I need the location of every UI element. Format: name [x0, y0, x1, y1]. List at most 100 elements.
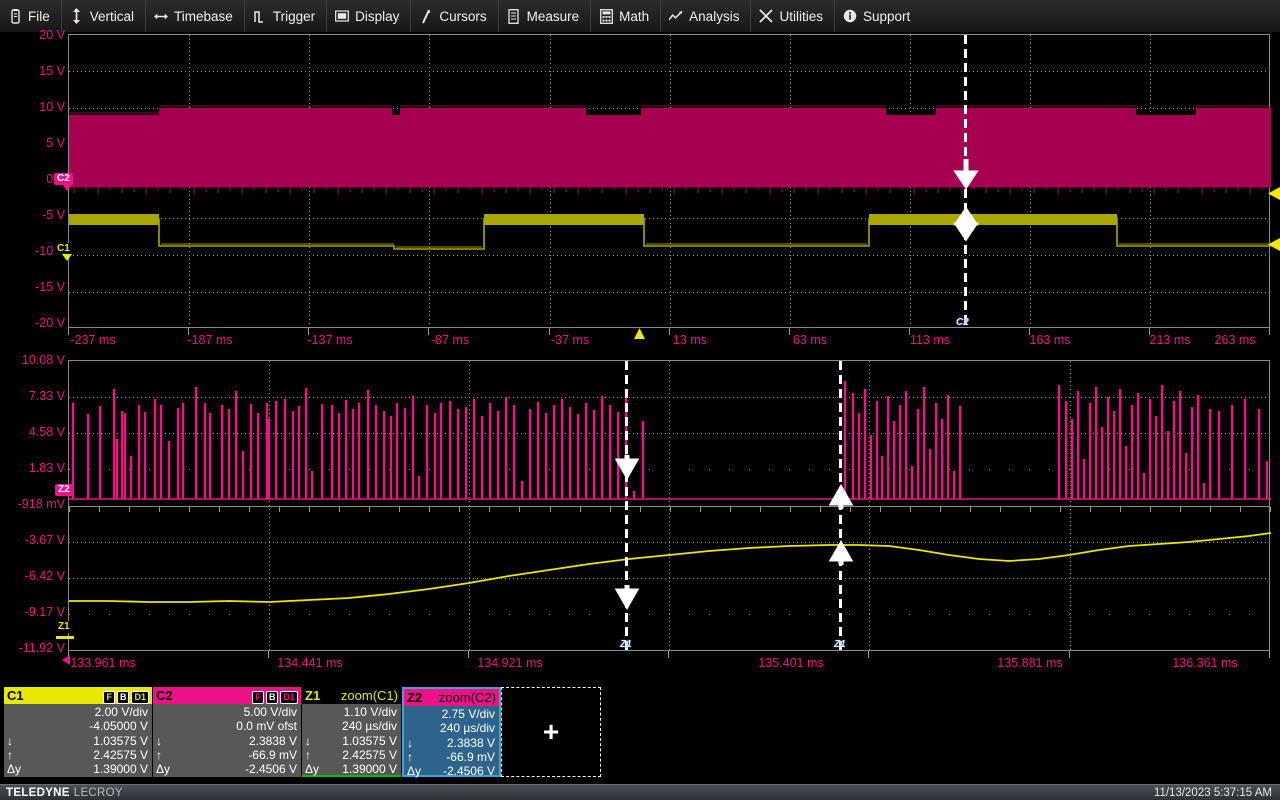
menu-item-analysis[interactable]: Analysis	[661, 0, 752, 32]
descriptor-z2-title: Z2	[407, 690, 423, 705]
menu-item-cursors[interactable]: Cursors	[411, 0, 499, 32]
plus-icon: +	[542, 716, 560, 747]
main-y-label-8: -20 V	[35, 316, 65, 330]
zoom-cursor-1-arrows-2	[614, 585, 640, 611]
display-screen-icon	[335, 8, 350, 24]
zoom-cursor-2-label: Z1	[834, 639, 846, 650]
wrench-cross-icon	[759, 8, 774, 24]
menu-item-math[interactable]: Math	[591, 0, 662, 32]
descriptor-c2-badges: F B D1	[250, 688, 298, 704]
descriptor-row: ↓ 1.03575 V	[305, 733, 397, 748]
zoom-y-label-3: 1.83 V	[28, 461, 65, 475]
menu-item-utilities[interactable]: Utilities	[751, 0, 835, 32]
badge-d1[interactable]: D1	[280, 690, 298, 704]
menu-label-display: Display	[355, 8, 400, 24]
menu-item-timebase[interactable]: Timebase	[146, 0, 245, 32]
menu-item-vertical[interactable]: Vertical	[62, 0, 147, 32]
calculator-icon	[599, 8, 613, 24]
zoom-z1-ground-bar	[56, 636, 74, 639]
ground-marker-c2	[62, 184, 72, 191]
trigger-slope-icon	[253, 8, 267, 24]
zoom-cursor-2-arrows-2	[828, 539, 854, 565]
zoom-y-label-1: 7.33 V	[28, 389, 65, 403]
main-cursor-arrows-2	[953, 211, 979, 242]
menu-label-file: File	[28, 8, 50, 24]
menu-label-cursors: Cursors	[439, 8, 487, 24]
status-footer: TELEDYNE LECROY 11/13/2023 5:37:15 AM	[0, 784, 1280, 800]
main-x-label-10: 263 ms	[1214, 333, 1256, 347]
zoom-x-label-3: 135.401 ms	[758, 656, 824, 670]
descriptor-row: 2.00 V/div	[94, 705, 148, 719]
badge-f[interactable]: F	[252, 690, 264, 704]
descriptor-c1-header: C1 F B D1	[4, 687, 152, 704]
zoom-y-label-5: -3.67 V	[24, 533, 65, 547]
zoom-y-label-0: 10.08 V	[21, 353, 65, 367]
main-x-label-2: -137 ms	[307, 333, 353, 347]
descriptor-z2-rows: 2.75 V/div 240 µs/div ↓ 2.3838 V ↑ -66.9 m…	[404, 706, 499, 778]
main-y-label-0: 20 V	[39, 28, 65, 42]
menu-label-vertical: Vertical	[89, 8, 135, 24]
main-x-label-8: 163 ms	[1029, 333, 1071, 347]
add-trace-button[interactable]: +	[501, 687, 601, 777]
menu-item-measure[interactable]: Measure	[499, 0, 592, 32]
zoom-channel-tag-z1-label: Z1	[58, 621, 70, 632]
main-x-label-1: -187 ms	[187, 333, 233, 347]
brand-lecroy: LECROY	[73, 787, 123, 799]
main-waveform-traces	[69, 105, 1271, 250]
main-y-label-5: -5 V	[42, 208, 65, 222]
ground-marker-c1	[62, 254, 72, 261]
main-y-label-7: -15 V	[35, 280, 65, 294]
menu-item-support[interactable]: Support	[835, 0, 921, 32]
menu-item-display[interactable]: Display	[327, 0, 412, 32]
main-x-label-4: -37 ms	[550, 333, 590, 347]
zoom-cursor-1-label: Z1	[620, 639, 632, 650]
descriptor-z1-subtitle: zoom(C1)	[340, 688, 398, 703]
badge-f[interactable]: F	[103, 690, 115, 704]
menu-label-utilities: Utilities	[779, 8, 823, 24]
badge-b[interactable]: B	[116, 690, 130, 704]
descriptor-z2-header: Z2 zoom(C2)	[404, 689, 499, 706]
file-document-icon	[8, 8, 22, 24]
descriptor-c1[interactable]: C1 F B D1 2.00 V/div -4.05000 V ↓ 1.03575 V…	[4, 687, 152, 777]
zoom-channel-tag-z1[interactable]: Z1	[55, 621, 73, 633]
zoom-cursor-2-arrows	[828, 483, 854, 509]
main-y-label-3: 5 V	[46, 136, 65, 150]
descriptor-c2[interactable]: C2 F B D1 5.00 V/div 0.0 mV ofst ↓ 2.3838 V…	[153, 687, 301, 777]
descriptor-row: 2.75 V/div	[441, 707, 495, 721]
zoom-waveform-grid[interactable]: 10.08 V 7.33 V 4.58 V 1.83 V -918 mV -3.…	[0, 353, 1280, 681]
badge-d1[interactable]: D1	[131, 690, 149, 704]
updown-arrow-icon	[70, 8, 84, 24]
descriptor-z1-header: Z1 zoom(C1)	[302, 687, 401, 704]
main-waveform-grid[interactable]: 20 V 15 V 10 V 5 V 0 V -5 V -10 V -15 V …	[0, 28, 1280, 347]
descriptor-z2-subtitle: zoom(C2)	[438, 690, 496, 705]
level-marker-c2-right[interactable]	[1268, 187, 1280, 201]
system-datetime: 11/13/2023 5:37:15 AM	[1153, 787, 1272, 799]
main-x-label-6: 63 ms	[792, 333, 828, 347]
descriptor-row: Δy -2.4506 V	[407, 764, 495, 779]
main-menu-bar: File Vertical Timebase Trigger Display C…	[0, 0, 1280, 33]
main-x-label-0: -237 ms	[70, 333, 116, 347]
menu-item-trigger[interactable]: Trigger	[245, 0, 328, 32]
zoom-y-label-7: -9.17 V	[24, 605, 65, 619]
descriptor-z2[interactable]: Z2 zoom(C2) 2.75 V/div 240 µs/div ↓ 2.383…	[402, 687, 501, 778]
descriptor-row: Δy 1.39000 V	[305, 762, 397, 777]
brand-teledyne: TELEDYNE	[6, 787, 70, 799]
zoom-channel-tag-z2[interactable]: Z2	[55, 484, 73, 496]
main-x-label-5: 13 ms	[672, 333, 708, 347]
descriptor-row: 240 µs/div	[440, 721, 495, 736]
oscilloscope-app: File Vertical Timebase Trigger Display C…	[0, 0, 1280, 800]
main-x-label-7: 113 ms	[909, 333, 951, 347]
badge-b[interactable]: B	[265, 690, 279, 704]
descriptor-z1[interactable]: Z1 zoom(C1) 1.10 V/div 240 µs/div ↓ 1.035…	[302, 687, 401, 777]
descriptor-c2-rows: 5.00 V/div 0.0 mV ofst ↓ 2.3838 V ↑ -66.9 …	[153, 704, 301, 776]
zoom-x-label-5: 136.361 ms	[1172, 656, 1238, 670]
main-y-label-1: 15 V	[39, 64, 65, 78]
zoom-y-label-2: 4.58 V	[28, 425, 65, 439]
descriptor-row: ↓ 2.3838 V	[407, 735, 495, 750]
level-marker-c1-right[interactable]	[1268, 238, 1280, 252]
channel-tag-c2-label: C2	[57, 173, 70, 184]
zoom-y-label-6: -6.42 V	[24, 569, 65, 583]
descriptor-row: Δy 1.39000 V	[7, 762, 148, 777]
descriptor-bar: C1 F B D1 2.00 V/div -4.05000 V ↓ 1.03575 V…	[0, 683, 1280, 782]
main-grid-frame: C2	[68, 34, 1271, 329]
